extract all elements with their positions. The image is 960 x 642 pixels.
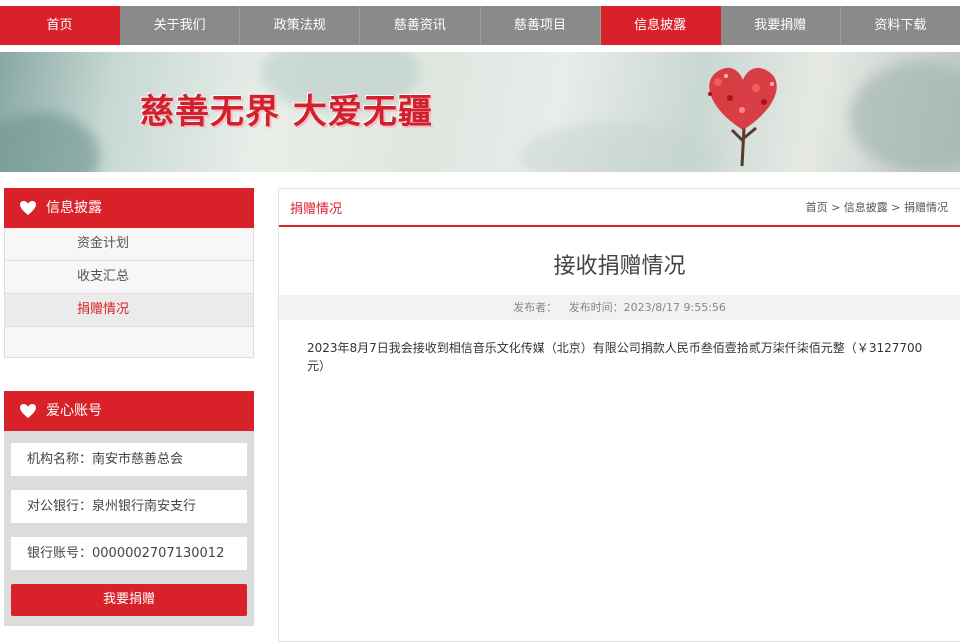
- info-panel-title: 信息披露: [46, 200, 102, 216]
- article-header: 捐赠情况 首页 > 信息披露 > 捐赠情况: [279, 189, 960, 227]
- article-panel: 捐赠情况 首页 > 信息披露 > 捐赠情况 接收捐赠情况 发布者： 发布时间：2…: [278, 188, 960, 642]
- heart-icon: [20, 201, 36, 215]
- account-number-field: 银行账号：0000002707130012: [11, 537, 247, 570]
- nav-item-disclosure[interactable]: 信息披露: [600, 6, 721, 45]
- menu-spacer: [5, 327, 253, 357]
- info-panel-header: 信息披露: [4, 188, 254, 228]
- nav-item-projects[interactable]: 慈善项目: [480, 6, 601, 45]
- org-name-field: 机构名称：南安市慈善总会: [11, 443, 247, 476]
- section-label: 捐赠情况: [290, 201, 343, 217]
- banner-slogan: 慈善无界 大爱无疆: [140, 92, 433, 132]
- nav-item-downloads[interactable]: 资料下载: [840, 6, 960, 45]
- menu-item-fund-plan[interactable]: 资金计划: [5, 228, 253, 261]
- account-panel-title: 爱心账号: [46, 403, 102, 419]
- article-meta: 发布者： 发布时间：2023/8/17 9:55:56: [279, 295, 960, 320]
- article-title: 接收捐赠情况: [553, 254, 686, 279]
- nav-item-donate[interactable]: 我要捐赠: [720, 6, 841, 45]
- account-panel-header: 爱心账号: [4, 391, 254, 431]
- nav-item-news[interactable]: 慈善资讯: [360, 6, 481, 45]
- menu-item-donations[interactable]: 捐赠情况: [5, 294, 253, 327]
- nav-item-about[interactable]: 关于我们: [120, 6, 241, 45]
- account-details: 机构名称：南安市慈善总会 对公银行：泉州银行南安支行 银行账号：00000027…: [4, 431, 254, 626]
- donate-button[interactable]: 我要捐赠: [11, 584, 247, 616]
- bank-field: 对公银行：泉州银行南安支行: [11, 490, 247, 523]
- info-disclosure-panel: 信息披露 资金计划 收支汇总 捐赠情况: [4, 188, 254, 358]
- publisher-label: 发布者：: [513, 301, 558, 314]
- top-navigation: 首页 关于我们 政策法规 慈善资讯 慈善项目 信息披露 我要捐赠 资料下载: [0, 0, 960, 47]
- heart-tree-illustration: [708, 67, 777, 167]
- info-menu: 资金计划 收支汇总 捐赠情况: [4, 228, 254, 358]
- breadcrumb[interactable]: 首页 > 信息披露 > 捐赠情况: [806, 199, 948, 215]
- nav-item-home[interactable]: 首页: [0, 6, 121, 45]
- nav-item-policy[interactable]: 政策法规: [240, 6, 361, 45]
- donation-account-panel: 爱心账号 机构名称：南安市慈善总会 对公银行：泉州银行南安支行 银行账号：000…: [4, 391, 254, 626]
- publish-time: 发布时间：2023/8/17 9:55:56: [568, 301, 726, 314]
- heart-icon: [20, 404, 36, 418]
- menu-item-income-summary[interactable]: 收支汇总: [5, 261, 253, 294]
- banner: 慈善无界 大爱无疆: [0, 52, 960, 172]
- article-body: 2023年8月7日我会接收到相信音乐文化传媒（北京）有限公司捐款人民币叁佰壹拾贰…: [307, 341, 923, 373]
- nav-bar: 首页 关于我们 政策法规 慈善资讯 慈善项目 信息披露 我要捐赠 资料下载: [0, 6, 960, 45]
